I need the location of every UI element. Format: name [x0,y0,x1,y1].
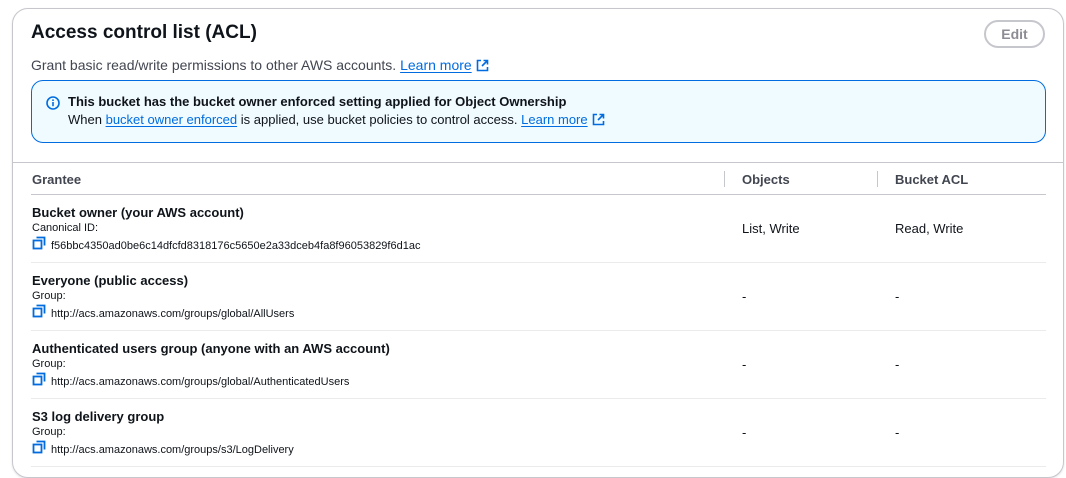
grantee-cell: Authenticated users group (anyone with a… [32,340,390,391]
grantee-id-value: http://acs.amazonaws.com/groups/global/A… [51,307,295,320]
alert-text: When bucket owner enforced is applied, u… [68,110,1031,131]
grantee-id-label: Group: [32,290,66,302]
table-row: Bucket owner (your AWS account) Canonica… [31,195,1046,263]
edit-button[interactable]: Edit [984,20,1045,48]
grantee-id-label: Group: [32,426,66,438]
alert-text-suffix: is applied, use bucket policies to contr… [240,112,518,127]
external-link-icon [592,112,605,131]
grantee-cell: S3 log delivery group Group: http://acs.… [32,408,294,459]
grantee-name: Bucket owner (your AWS account) [32,205,244,220]
alert-learn-more-link[interactable]: Learn more [521,112,604,127]
grantee-id-value: http://acs.amazonaws.com/groups/global/A… [51,375,350,388]
panel-title: Access control list (ACL) [31,22,257,43]
acl-panel: Access control list (ACL) Grant basic re… [12,8,1064,478]
objects-permission: - [742,425,747,440]
copy-icon[interactable] [32,372,46,391]
alert-title: This bucket has the bucket owner enforce… [68,94,567,109]
copy-icon[interactable] [32,440,46,459]
header-separator [877,171,878,187]
header-grantee: Grantee [32,172,82,187]
grantee-id-value: f56bbc4350ad0be6c14dfcfd8318176c5650e2a3… [51,239,421,252]
header-bucket-acl: Bucket ACL [895,172,969,187]
description-text: Grant basic read/write permissions to ot… [31,57,397,73]
copy-icon[interactable] [32,236,46,255]
bucket-acl-permission: Read, Write [895,221,964,236]
grantee-id-label: Group: [32,358,66,370]
info-alert: This bucket has the bucket owner enforce… [31,80,1046,143]
info-icon [46,96,60,115]
alert-text-prefix: When [68,112,102,127]
panel-header: Access control list (ACL) Grant basic re… [31,21,1045,76]
grantee-id: http://acs.amazonaws.com/groups/s3/LogDe… [32,440,294,459]
grantee-cell: Bucket owner (your AWS account) Canonica… [32,204,420,255]
alert-body: This bucket has the bucket owner enforce… [68,93,1031,131]
learn-more-link[interactable]: Learn more [400,57,489,73]
acl-table: Grantee Objects Bucket ACL Bucket owner … [31,163,1046,467]
objects-permission: - [742,357,747,372]
alert-learn-more-label: Learn more [521,112,588,127]
copy-icon[interactable] [32,304,46,323]
bucket-acl-permission: - [895,425,900,440]
bucket-owner-enforced-link[interactable]: bucket owner enforced [106,112,238,127]
table-row: Authenticated users group (anyone with a… [31,331,1046,399]
grantee-name: Authenticated users group (anyone with a… [32,341,390,356]
objects-permission: - [742,289,747,304]
bucket-acl-permission: - [895,289,900,304]
grantee-name: Everyone (public access) [32,273,189,288]
header-objects: Objects [742,172,790,187]
header-separator [724,171,725,187]
table-row: Everyone (public access) Group: http://a… [31,263,1046,331]
external-link-icon [476,58,489,76]
grantee-cell: Everyone (public access) Group: http://a… [32,272,294,323]
grantee-id-label: Canonical ID: [32,222,99,234]
panel-description: Grant basic read/write permissions to ot… [31,56,1045,76]
objects-permission: List, Write [742,221,800,236]
grantee-id: http://acs.amazonaws.com/groups/global/A… [32,304,294,323]
grantee-id-value: http://acs.amazonaws.com/groups/s3/LogDe… [51,443,294,456]
bucket-acl-permission: - [895,357,900,372]
table-row: S3 log delivery group Group: http://acs.… [31,399,1046,467]
grantee-name: S3 log delivery group [32,409,165,424]
learn-more-label: Learn more [400,57,472,73]
grantee-id: http://acs.amazonaws.com/groups/global/A… [32,372,390,391]
grantee-id: f56bbc4350ad0be6c14dfcfd8318176c5650e2a3… [32,236,420,255]
table-header: Grantee Objects Bucket ACL [31,163,1046,195]
